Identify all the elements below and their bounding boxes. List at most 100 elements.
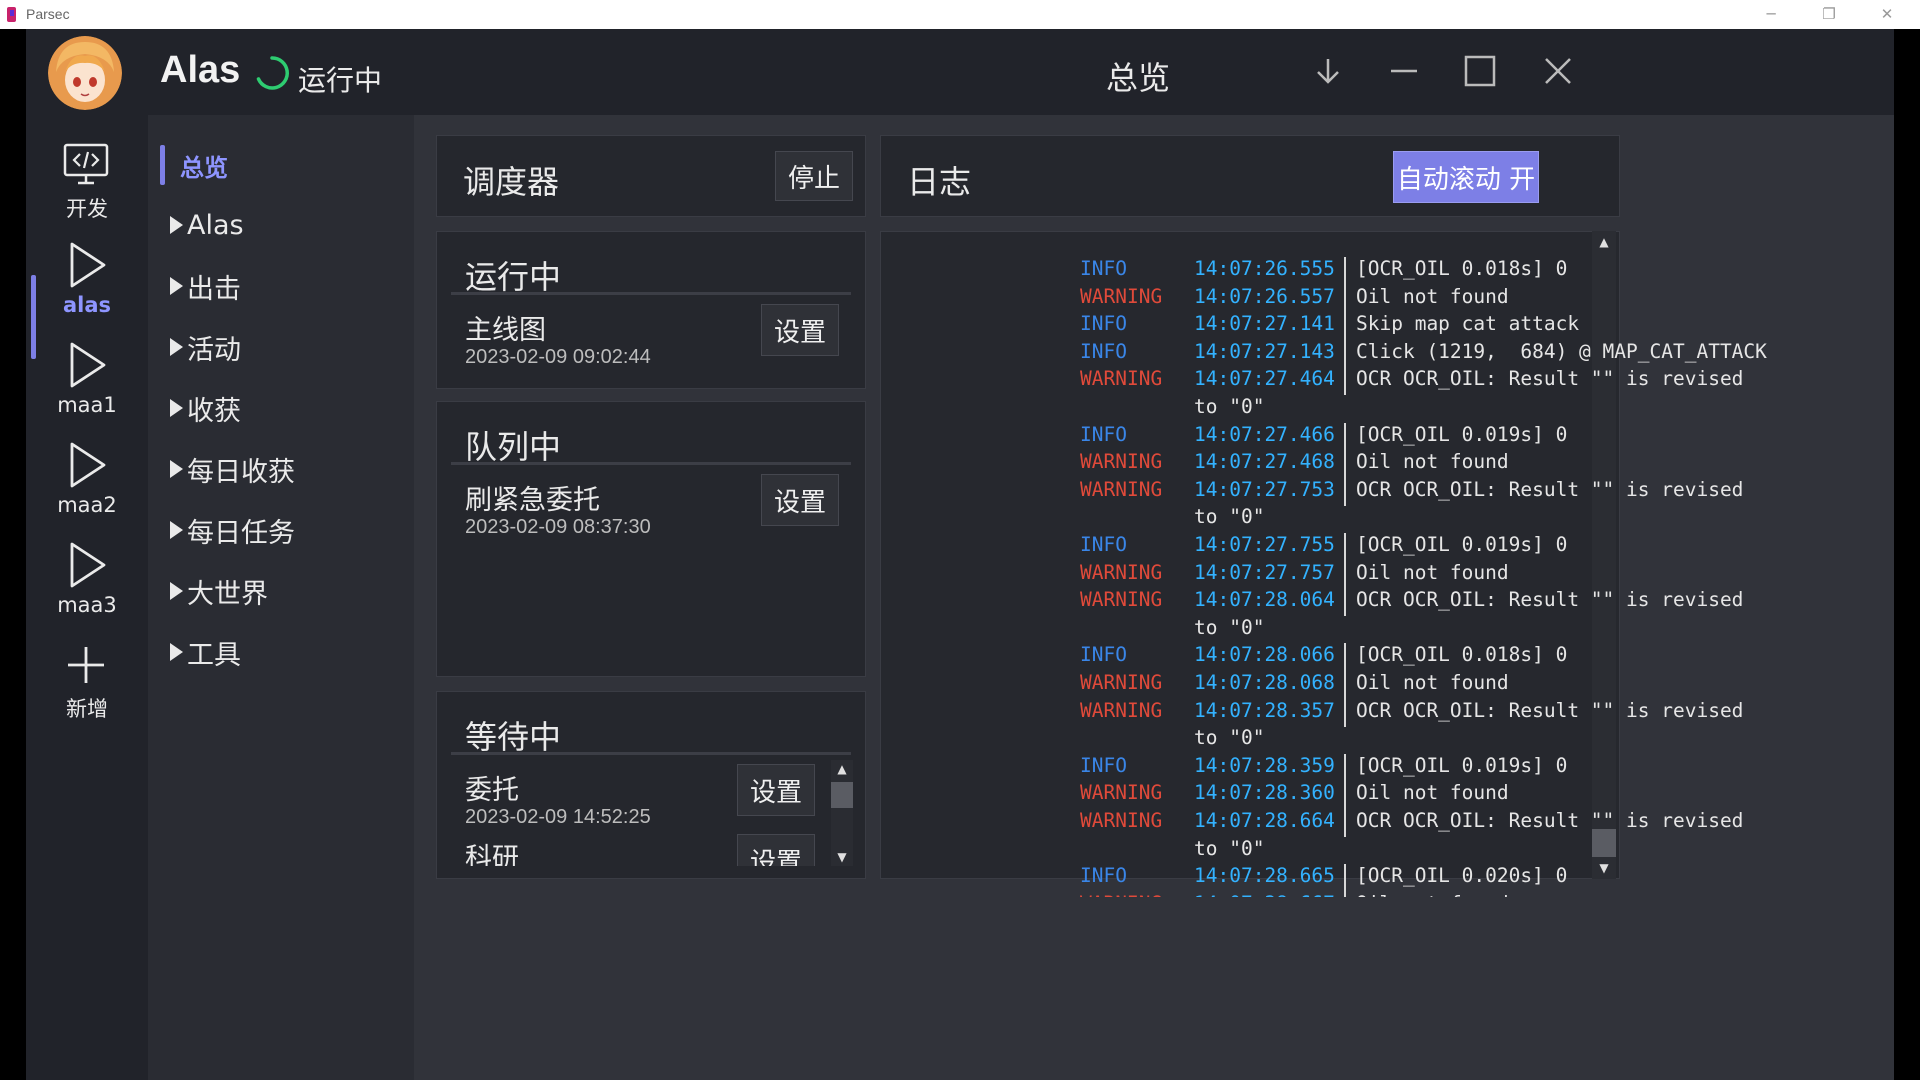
menu-item-alas[interactable]: Alas [170,205,244,245]
section-divider [451,292,851,295]
rail-item-maa3[interactable]: maa3 [26,535,148,631]
rail-item-alas[interactable]: alas [26,235,148,331]
log-output: INFO 14:07:26.555 [OCR_OIL 0.018s] 0 WARNIN… [1066,257,1806,897]
scroll-down-arrow-icon[interactable]: ▼ [831,848,853,866]
instance-rail: 开发 alas maa1 maa2 maa3 新增 [26,115,148,1080]
download-button[interactable] [1304,47,1352,95]
host-minimize-button[interactable]: ─ [1758,3,1784,25]
log-separator [1344,367,1346,396]
host-close-button[interactable]: ✕ [1874,3,1900,25]
host-restore-button[interactable]: ❐ [1816,3,1842,25]
log-timestamp: 14:07:27.464 [1194,367,1335,391]
log-message: Oil not found [1356,781,1509,805]
log-message: Oil not found [1356,671,1509,694]
log-level: WARNING [1080,698,1163,722]
log-separator [1344,477,1346,506]
log-separator [1344,284,1346,313]
log-message: OCR OCR_OIL: Result "" is revised [1356,477,1744,501]
log-message: OCR OCR_OIL: Result "" is revised [1356,698,1744,722]
log-timestamp: 14:07:28.667 [1194,892,1335,897]
log-row: WARNING 14:07:28.357 OCR OCR_OIL: Result "… [1066,698,1806,727]
log-row: to "0" [1066,616,1806,644]
expand-triangle-icon [170,277,183,295]
menu-panel: 总览 Alas 出击 活动 收获 每日收获 每日任务 大世界 工具 [148,115,414,1080]
log-row: WARNING 14:07:28.664 OCR OCR_OIL: Result "… [1066,809,1806,837]
expand-triangle-icon [170,460,183,478]
menu-item-reward[interactable]: 收获 [170,388,241,428]
menu-item-tools[interactable]: 工具 [170,632,241,672]
expand-triangle-icon [170,338,183,356]
expand-triangle-icon [170,216,183,234]
menu-item-event[interactable]: 活动 [170,327,241,367]
log-separator [1344,450,1346,479]
autoscroll-toggle-button[interactable]: 自动滚动 开 [1393,151,1539,203]
close-button[interactable] [1534,47,1582,95]
log-row: WARNING 14:07:27.757 Oil not found [1066,560,1806,589]
log-row: WARNING 14:07:28.068 Oil not found [1066,671,1806,699]
menu-item-daily-reward[interactable]: 每日收获 [170,449,295,489]
menu-item-overview[interactable]: 总览 [180,145,228,185]
log-row: to "0" [1066,837,1806,865]
queued-task-settings-button[interactable]: 设置 [761,474,839,526]
rail-item-dev[interactable]: 开发 [26,135,148,231]
log-continuation: to "0" [1194,505,1265,529]
scroll-up-arrow-icon[interactable]: ▲ [1592,233,1616,251]
log-separator [1344,560,1346,589]
stop-button[interactable]: 停止 [775,151,853,201]
log-separator [1344,753,1346,782]
play-icon [70,342,106,388]
log-message: [OCR_OIL 0.018s] 0 [1356,257,1568,280]
log-timestamp: 14:07:28.068 [1194,671,1335,694]
log-timestamp: 14:07:26.557 [1194,284,1335,308]
maximize-button[interactable] [1456,47,1504,95]
queued-task-time: 2023-02-09 08:37:30 [465,516,651,538]
log-level: INFO [1080,339,1127,363]
log-continuation: to "0" [1194,395,1265,418]
waiting-task-name: 科研 [465,843,519,866]
menu-item-daily-task[interactable]: 每日任务 [170,510,295,550]
menu-item-opsi[interactable]: 大世界 [170,571,268,611]
scroll-up-arrow-icon[interactable]: ▲ [831,760,853,778]
log-message: Click (1219, 684) @ MAP_CAT_ATTACK [1356,339,1767,363]
log-row: to "0" [1066,395,1806,423]
log-message: Skip map cat attack [1356,312,1580,336]
log-level: WARNING [1080,284,1163,308]
log-level: WARNING [1080,781,1163,805]
scrollbar-thumb[interactable] [831,782,853,808]
log-level: WARNING [1080,367,1163,391]
waiting-task-settings-button[interactable]: 设置 [737,764,815,816]
log-timestamp: 14:07:28.665 [1194,864,1335,888]
log-row: WARNING 14:07:27.468 Oil not found [1066,450,1806,479]
log-level: INFO [1080,422,1127,446]
log-timestamp: 14:07:28.360 [1194,781,1335,805]
rail-item-label: maa1 [57,393,117,417]
rail-item-label: maa3 [57,593,117,617]
menu-item-sortie[interactable]: 出击 [170,266,241,306]
log-timestamp: 14:07:28.066 [1194,643,1335,667]
log-row: INFO 14:07:27.143 Click (1219, 684) @ MAP_… [1066,339,1806,368]
log-separator [1344,257,1346,285]
log-message: Oil not found [1356,560,1509,584]
log-title: 日志 [907,163,972,201]
waiting-task-time: 2023-02-09 14:52:25 [465,806,651,828]
waiting-scrollbar[interactable]: ▲ ▼ [831,760,853,866]
log-level: WARNING [1080,588,1163,612]
rail-item-maa2[interactable]: maa2 [26,435,148,531]
rail-item-label: maa2 [57,493,117,517]
scheduler-card: 调度器 停止 [436,135,866,217]
rail-item-maa1[interactable]: maa1 [26,335,148,431]
log-timestamp: 14:07:26.555 [1194,257,1335,280]
expand-triangle-icon [170,643,183,661]
log-message: OCR OCR_OIL: Result "" is revised [1356,367,1744,391]
minimize-button[interactable] [1380,47,1428,95]
page-title: 总览 [1106,59,1171,97]
running-task-settings-button[interactable]: 设置 [761,304,839,356]
rail-item-add[interactable]: 新增 [26,635,148,731]
log-row: to "0" [1066,726,1806,754]
log-row: WARNING 14:07:27.464 OCR OCR_OIL: Result "… [1066,367,1806,396]
log-row: INFO 14:07:28.066 [OCR_OIL 0.018s] 0 [1066,643,1806,672]
log-separator [1344,671,1346,699]
queued-task-name: 刷紧急委托 [465,485,600,516]
waiting-task-name: 委托 [465,775,519,806]
waiting-task-settings-button[interactable]: 设置 [737,834,815,866]
